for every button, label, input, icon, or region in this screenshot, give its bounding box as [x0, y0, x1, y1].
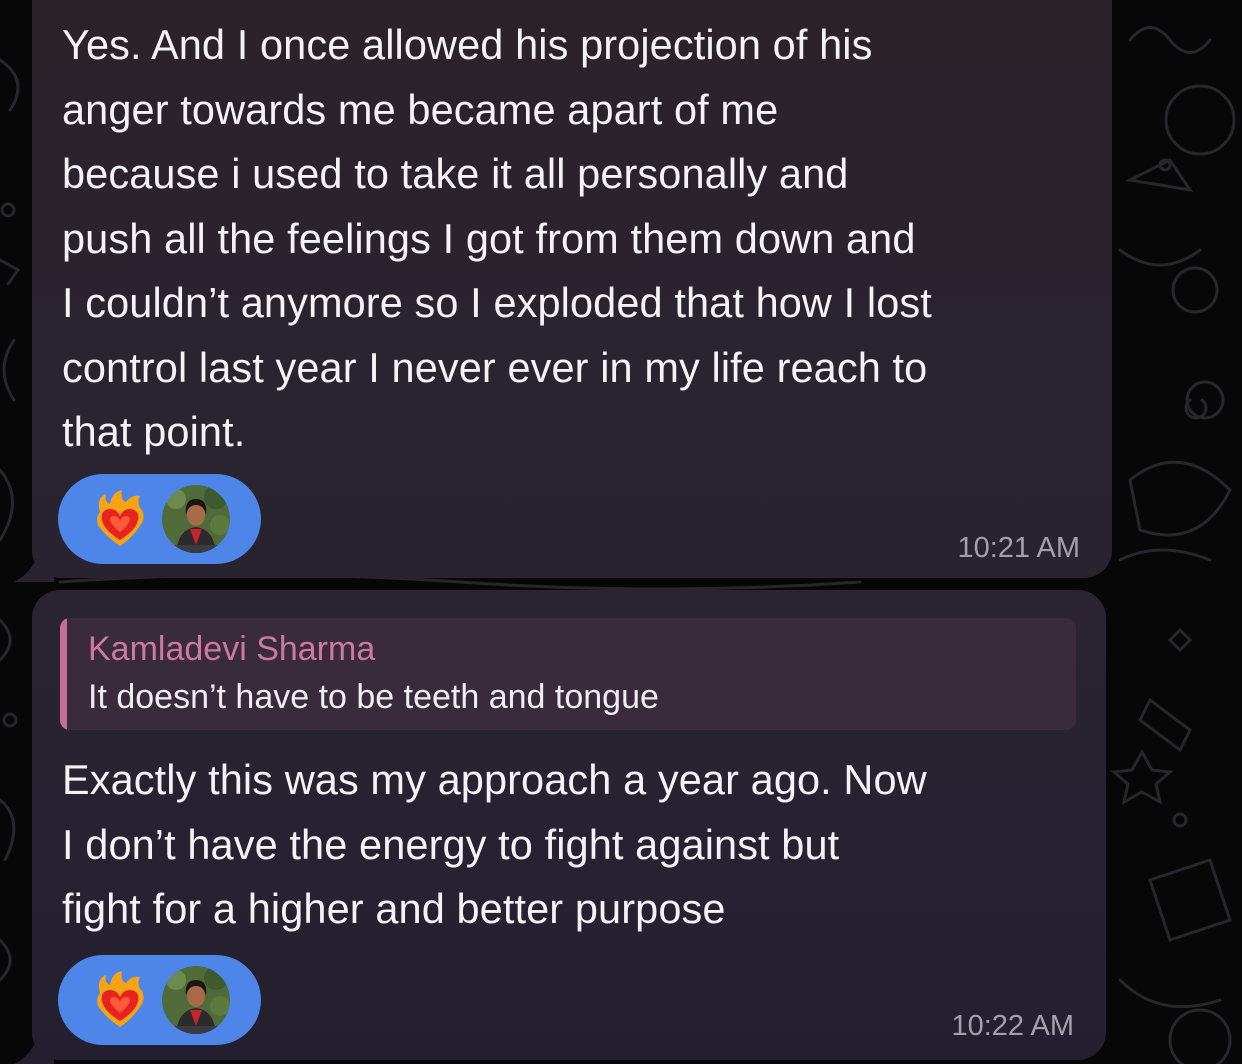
- reaction-pill[interactable]: [58, 955, 261, 1045]
- message-text: Yes. And I once allowed his projection o…: [62, 21, 932, 455]
- message-bubble[interactable]: Yes. And I once allowed his projection o…: [32, 0, 1112, 578]
- avatar[interactable]: [162, 485, 230, 553]
- reaction-pill[interactable]: [58, 474, 261, 564]
- message-bubble[interactable]: Kamladevi Sharma It doesn’t have to be t…: [32, 590, 1106, 1060]
- heart-on-fire-icon: [97, 490, 144, 546]
- heart-on-fire-icon: [97, 971, 144, 1027]
- avatar[interactable]: [162, 966, 230, 1034]
- message-text: Exactly this was my approach a year ago.…: [62, 756, 927, 932]
- reply-quote[interactable]: Kamladevi Sharma It doesn’t have to be t…: [60, 618, 1076, 730]
- reply-quote-accent-bar: [60, 618, 67, 730]
- message-timestamp: 10:21 AM: [957, 532, 1080, 564]
- reply-quote-author: Kamladevi Sharma: [88, 630, 376, 668]
- message-timestamp: 10:22 AM: [951, 1010, 1074, 1042]
- reply-quote-text: It doesn’t have to be teeth and tongue: [88, 678, 659, 716]
